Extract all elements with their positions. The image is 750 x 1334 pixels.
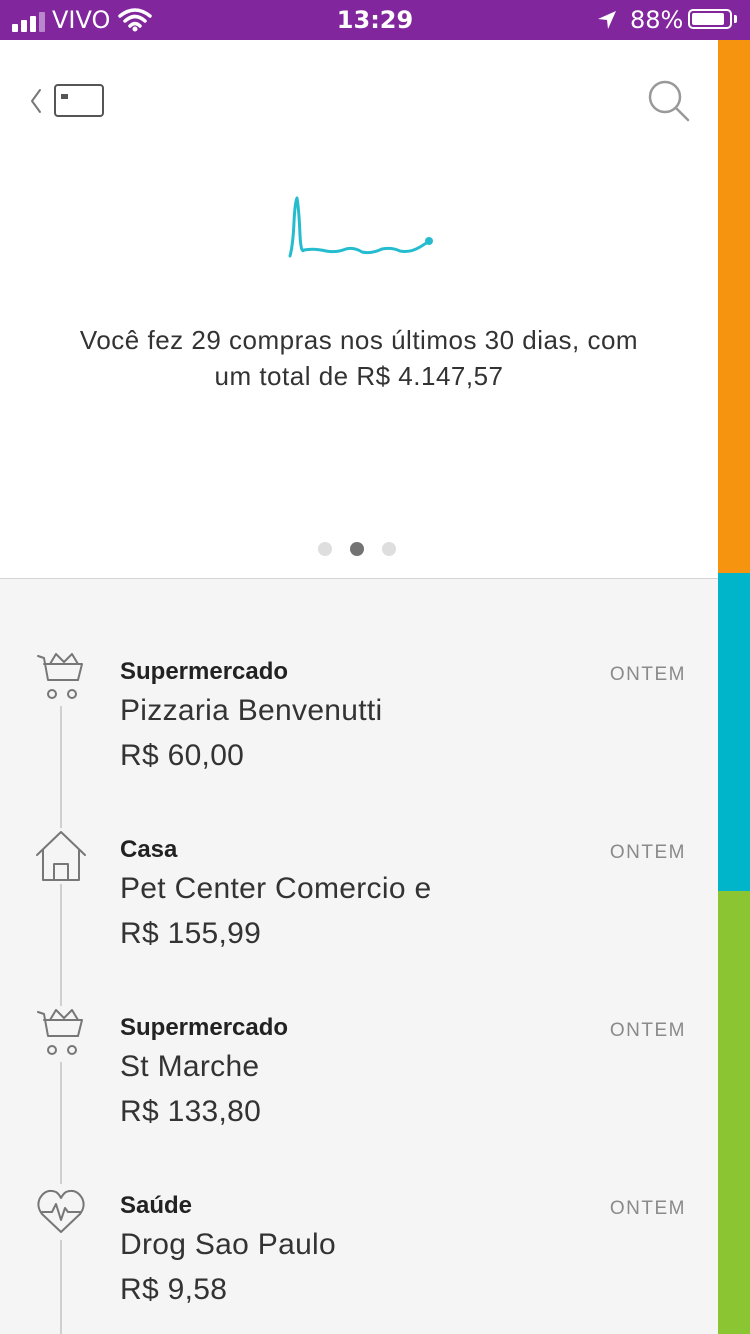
search-icon — [648, 80, 690, 122]
shopping-cart-icon — [34, 650, 88, 706]
transaction-merchant: St Marche — [120, 1050, 260, 1083]
edge-strip-orange — [718, 40, 750, 573]
transaction-date: ONTEM — [609, 664, 686, 685]
transaction-category: Supermercado — [120, 658, 289, 685]
transaction-category: Saúde — [120, 1192, 193, 1219]
credit-card-icon — [54, 84, 104, 117]
transaction-feed: Supermercado Pizzaria Benvenutti R$ 60,00 O… — [0, 579, 718, 1334]
transaction-amount: R$ 9,58 — [120, 1273, 228, 1306]
transaction-date: ONTEM — [609, 842, 686, 863]
battery-percent: 88% — [630, 6, 684, 34]
transaction-amount: R$ 133,80 — [120, 1095, 262, 1128]
spending-summary: Você fez 29 compras nos últimos 30 dias,… — [79, 325, 639, 391]
spending-sparkline — [288, 196, 433, 258]
edge-strip-green — [718, 891, 750, 1334]
pager-dot[interactable] — [382, 542, 396, 556]
heart-pulse-icon — [34, 1184, 88, 1240]
pager-dot[interactable] — [350, 542, 364, 556]
transaction-merchant: Pizzaria Benvenutti — [120, 694, 383, 727]
status-bar: VIVO 13:29 88% — [0, 0, 750, 40]
transaction-item[interactable]: Saúde Drog Sao Paulo R$ 9,58 ONTEM — [0, 1184, 718, 1334]
house-icon — [34, 828, 88, 884]
main-panel: Você fez 29 compras nos últimos 30 dias,… — [0, 40, 718, 1334]
transaction-category: Casa — [120, 836, 178, 863]
transaction-date: ONTEM — [609, 1020, 686, 1041]
location-arrow-icon — [596, 9, 618, 37]
transaction-merchant: Drog Sao Paulo — [120, 1228, 337, 1261]
transaction-merchant: Pet Center Comercio e — [120, 872, 432, 905]
transaction-date: ONTEM — [609, 1198, 686, 1219]
transaction-item[interactable]: Supermercado St Marche R$ 133,80 ONTEM — [0, 1006, 718, 1184]
search-button[interactable] — [646, 78, 692, 124]
shopping-cart-icon — [34, 1006, 88, 1062]
chevron-left-icon — [31, 89, 41, 113]
carousel-pager — [318, 542, 396, 556]
battery-icon — [688, 9, 732, 29]
transaction-item[interactable]: Casa Pet Center Comercio e R$ 155,99 ONTEM — [0, 828, 718, 1006]
edge-strip-teal — [718, 573, 750, 891]
back-card-button[interactable] — [26, 82, 112, 122]
transaction-amount: R$ 155,99 — [120, 917, 262, 950]
transaction-item[interactable]: Supermercado Pizzaria Benvenutti R$ 60,00 O… — [0, 650, 718, 828]
transaction-category: Supermercado — [120, 1014, 289, 1041]
battery-cap — [734, 15, 737, 23]
pager-dot[interactable] — [318, 542, 332, 556]
transaction-amount: R$ 60,00 — [120, 739, 245, 772]
